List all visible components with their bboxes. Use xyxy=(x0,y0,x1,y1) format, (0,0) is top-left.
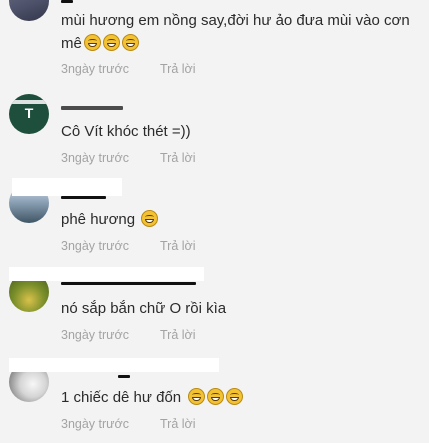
grinning-emoji-icon xyxy=(188,388,206,405)
reply-button[interactable]: Trả lời xyxy=(160,327,196,343)
username-fragment xyxy=(118,375,130,378)
avatar[interactable]: T xyxy=(9,94,49,134)
reply-button[interactable]: Trả lời xyxy=(160,238,196,254)
avatar-letter-icon xyxy=(9,100,49,104)
timestamp: 3ngày trước xyxy=(61,151,129,165)
grinning-emoji-icon xyxy=(102,34,120,51)
comment-meta: 3ngày trước Trả lời xyxy=(61,150,196,166)
timestamp: 3ngày trước xyxy=(61,417,129,431)
comment-meta: 3ngày trước Trả lời xyxy=(61,416,196,432)
reply-button[interactable]: Trả lời xyxy=(160,150,196,166)
timestamp: 3ngày trước xyxy=(61,328,129,342)
comment-text: phê hương xyxy=(61,208,421,231)
reply-button[interactable]: Trả lời xyxy=(160,61,196,77)
username-redacted xyxy=(9,358,219,372)
avatar-initial: T xyxy=(24,105,34,121)
grinning-emoji-icon xyxy=(207,388,225,405)
username-fragment xyxy=(61,282,196,285)
comment-meta: 3ngày trước Trả lời xyxy=(61,238,196,254)
username-fragment xyxy=(61,196,106,199)
username-fragment xyxy=(61,106,123,110)
comment-text: mùi hương em nồng say,đời hư ảo đưa mùi … xyxy=(61,12,410,52)
grinning-emoji-icon xyxy=(83,34,101,51)
reply-button[interactable]: Trả lời xyxy=(160,416,196,432)
grinning-emoji-icon xyxy=(226,388,244,405)
username-fragment xyxy=(61,0,73,3)
grinning-emoji-icon xyxy=(141,210,159,227)
username-redacted xyxy=(12,178,122,196)
avatar[interactable] xyxy=(9,0,49,21)
comment-text: nó sắp bắn chữ O rồi kìa xyxy=(61,300,227,317)
comment-meta: 3ngày trước Trả lời xyxy=(61,61,196,77)
comment-text: Cô Vít khóc thét =)) xyxy=(61,123,191,140)
grinning-emoji-icon xyxy=(121,34,139,51)
username-redacted xyxy=(9,267,204,281)
timestamp: 3ngày trước xyxy=(61,62,129,76)
comment-meta: 3ngày trước Trả lời xyxy=(61,327,196,343)
timestamp: 3ngày trước xyxy=(61,239,129,253)
comment-text: 1 chiếc dê hư đốn xyxy=(61,386,421,409)
